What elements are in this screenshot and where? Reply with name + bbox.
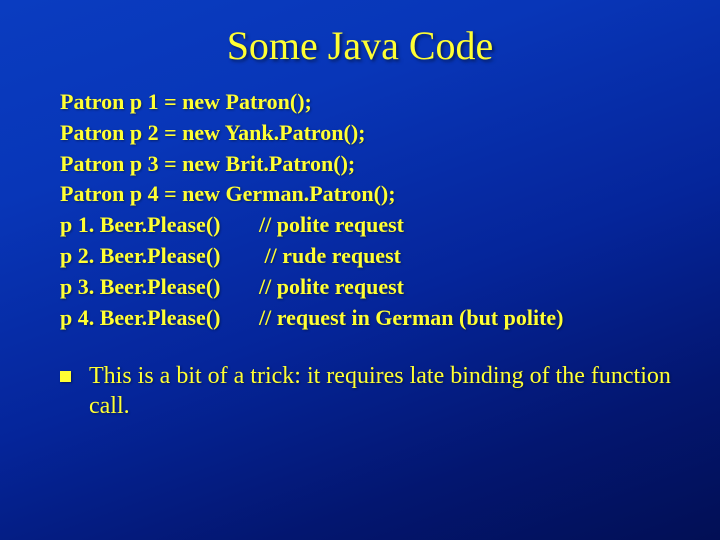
code-line: Patron p 4 = new German.Patron(); [60,179,678,210]
square-bullet-icon [60,371,71,382]
bullet-text: This is a bit of a trick: it requires la… [89,361,678,421]
bullet-item: This is a bit of a trick: it requires la… [60,361,678,421]
code-line: Patron p 1 = new Patron(); [60,87,678,118]
code-line: p 1. Beer.Please() // polite request [60,210,678,241]
code-line: p 2. Beer.Please() // rude request [60,241,678,272]
code-line: Patron p 2 = new Yank.Patron(); [60,118,678,149]
slide-title: Some Java Code [0,0,720,87]
code-line: Patron p 3 = new Brit.Patron(); [60,149,678,180]
code-line: p 4. Beer.Please() // request in German … [60,303,678,334]
slide: Some Java Code Patron p 1 = new Patron()… [0,0,720,540]
slide-body: Patron p 1 = new Patron(); Patron p 2 = … [0,87,720,421]
code-block: Patron p 1 = new Patron(); Patron p 2 = … [60,87,678,333]
code-line: p 3. Beer.Please() // polite request [60,272,678,303]
